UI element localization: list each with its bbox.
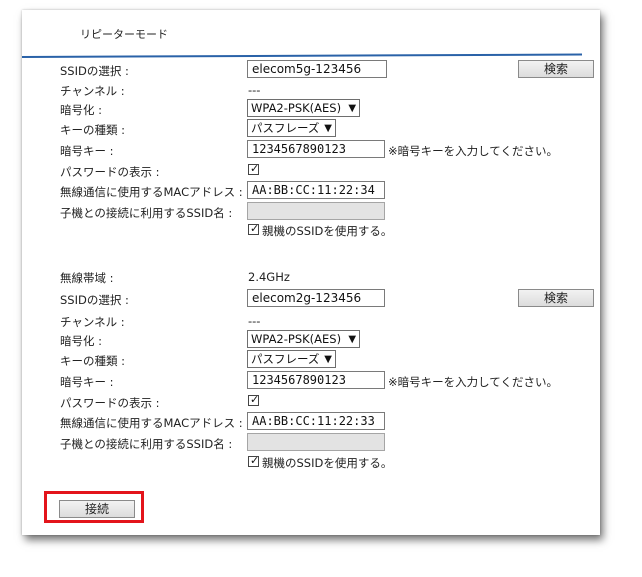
use-parent-label-24: 親機のSSIDを使用する。 xyxy=(262,456,393,470)
keytype-label-5g: キーの種類 : xyxy=(60,123,126,137)
row-key-5g: 暗号キー : 1234567890123 ※暗号キーを入力してください。 xyxy=(22,140,600,160)
row-key-24: 暗号キー : 1234567890123 ※暗号キーを入力してください。 xyxy=(22,371,600,391)
row-encryption-5g: 暗号化 : WPA2-PSK(AES) ▼ xyxy=(22,99,600,119)
channel-label-5g: チャンネル : xyxy=(60,84,125,98)
ssid-input-5g[interactable]: elecom5g-123456 xyxy=(247,60,387,78)
check-icon: ✓ xyxy=(250,454,260,467)
keytype-select-value-24: パスフレーズ xyxy=(251,352,320,366)
row-ssid-5g: SSIDの選択 : elecom5g-123456 検索 xyxy=(22,60,600,80)
child-ssid-label-5g: 子機との接続に利用するSSID名 : xyxy=(60,206,233,220)
row-mac-24: 無線通信に使用するMACアドレス : AA:BB:CC:11:22:33 xyxy=(22,412,600,432)
band-label-24: 無線帯域 : xyxy=(60,271,114,285)
row-showpw-5g: パスワードの表示 : ✓ xyxy=(22,161,600,181)
connect-highlight-frame: 接続 xyxy=(44,491,144,523)
mac-label-5g: 無線通信に使用するMACアドレス : xyxy=(60,185,243,199)
row-showpw-24: パスワードの表示 : ✓ xyxy=(22,392,600,412)
key-note-24: ※暗号キーを入力してください。 xyxy=(388,375,558,389)
search-button-24[interactable]: 検索 xyxy=(518,289,594,307)
encryption-select-5g[interactable]: WPA2-PSK(AES) ▼ xyxy=(247,99,361,117)
keytype-label-24: キーの種類 : xyxy=(60,354,126,368)
use-parent-checkbox-5g[interactable]: ✓ xyxy=(248,222,260,235)
row-child-ssid-24: 子機との接続に利用するSSID名 : xyxy=(22,433,600,453)
chevron-down-icon: ▼ xyxy=(348,103,357,114)
row-channel-24: チャンネル : --- xyxy=(22,311,600,331)
key-note-5g: ※暗号キーを入力してください。 xyxy=(388,144,558,158)
check-icon: ✓ xyxy=(250,162,260,175)
check-icon: ✓ xyxy=(250,393,260,406)
showpw-label-24: パスワードの表示 : xyxy=(60,396,160,410)
mac-label-24: 無線通信に使用するMACアドレス : xyxy=(60,416,243,430)
encryption-label-24: 暗号化 : xyxy=(60,334,103,348)
row-use-parent-5g: ✓ 親機のSSIDを使用する。 xyxy=(22,221,600,241)
child-ssid-input-24[interactable] xyxy=(247,433,385,451)
chevron-down-icon: ▼ xyxy=(348,334,357,345)
row-mac-5g: 無線通信に使用するMACアドレス : AA:BB:CC:11:22:34 xyxy=(22,181,600,201)
band-value-24: 2.4GHz xyxy=(248,270,290,284)
channel-value-24: --- xyxy=(248,314,261,328)
row-use-parent-24: ✓ 親機のSSIDを使用する。 xyxy=(22,453,600,473)
channel-value-5g: --- xyxy=(248,83,261,97)
row-ssid-24: SSIDの選択 : elecom2g-123456 検索 xyxy=(22,289,600,309)
ssid-label-5g: SSIDの選択 : xyxy=(60,64,129,78)
key-label-24: 暗号キー : xyxy=(60,375,114,389)
ssid-input-24[interactable]: elecom2g-123456 xyxy=(247,289,385,307)
row-keytype-5g: キーの種類 : パスフレーズ ▼ xyxy=(22,119,600,139)
encryption-select-24[interactable]: WPA2-PSK(AES) ▼ xyxy=(247,330,361,348)
keytype-select-5g[interactable]: パスフレーズ ▼ xyxy=(247,119,336,137)
showpw-checkbox-5g[interactable]: ✓ xyxy=(248,162,260,175)
channel-label-24: チャンネル : xyxy=(60,315,125,329)
connect-button[interactable]: 接続 xyxy=(59,500,135,518)
mac-input-24[interactable]: AA:BB:CC:11:22:33 xyxy=(247,412,385,430)
row-channel-5g: チャンネル : --- xyxy=(22,80,600,100)
chevron-down-icon: ▼ xyxy=(324,354,332,365)
use-parent-label-5g: 親機のSSIDを使用する。 xyxy=(262,224,393,238)
key-input-24[interactable]: 1234567890123 xyxy=(247,371,385,389)
encryption-select-value-5g: WPA2-PSK(AES) xyxy=(251,101,342,115)
repeater-settings-panel: リピーターモード SSIDの選択 : elecom5g-123456 検索 チャ… xyxy=(22,10,600,535)
ssid-label-24: SSIDの選択 : xyxy=(60,293,129,307)
check-icon: ✓ xyxy=(250,222,260,235)
child-ssid-label-24: 子機との接続に利用するSSID名 : xyxy=(60,437,233,451)
row-band-24: 無線帯域 : 2.4GHz xyxy=(22,267,600,287)
key-input-5g[interactable]: 1234567890123 xyxy=(247,140,385,158)
page-title: リピーターモード xyxy=(80,28,168,41)
keytype-select-value-5g: パスフレーズ xyxy=(251,121,320,135)
keytype-select-24[interactable]: パスフレーズ ▼ xyxy=(247,350,336,368)
encryption-select-value-24: WPA2-PSK(AES) xyxy=(251,332,342,346)
mac-input-5g[interactable]: AA:BB:CC:11:22:34 xyxy=(247,181,385,199)
header-divider xyxy=(22,53,582,58)
showpw-checkbox-24[interactable]: ✓ xyxy=(248,393,260,406)
search-button-5g[interactable]: 検索 xyxy=(518,60,594,78)
encryption-label-5g: 暗号化 : xyxy=(60,103,103,117)
row-keytype-24: キーの種類 : パスフレーズ ▼ xyxy=(22,350,600,370)
use-parent-checkbox-24[interactable]: ✓ xyxy=(248,454,260,467)
row-encryption-24: 暗号化 : WPA2-PSK(AES) ▼ xyxy=(22,330,600,350)
showpw-label-5g: パスワードの表示 : xyxy=(60,165,160,179)
key-label-5g: 暗号キー : xyxy=(60,144,114,158)
child-ssid-input-5g[interactable] xyxy=(247,202,385,220)
chevron-down-icon: ▼ xyxy=(324,123,332,134)
row-child-ssid-5g: 子機との接続に利用するSSID名 : xyxy=(22,202,600,222)
